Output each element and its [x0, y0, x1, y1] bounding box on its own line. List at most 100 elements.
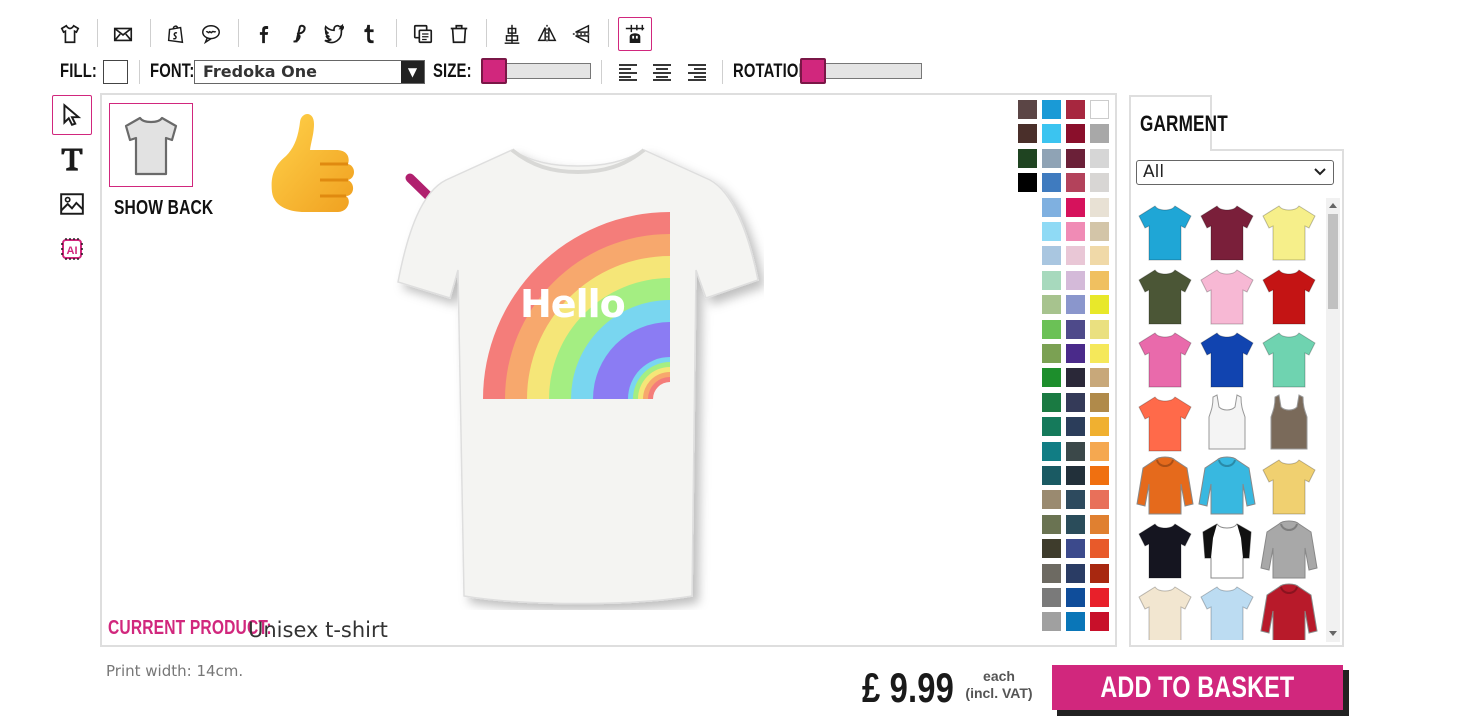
color-swatch[interactable] [1066, 222, 1085, 241]
color-swatch[interactable] [1090, 124, 1109, 144]
color-swatch[interactable] [1042, 539, 1061, 559]
color-swatch[interactable] [1090, 148, 1109, 168]
color-swatch[interactable] [1090, 344, 1109, 363]
color-swatch[interactable] [1042, 466, 1061, 485]
tumblr-icon[interactable] [356, 20, 382, 48]
color-swatch[interactable] [1090, 539, 1109, 559]
garment-item-tshirt-coral[interactable] [1135, 391, 1195, 453]
color-swatch[interactable] [1042, 490, 1061, 510]
garment-item-tshirt-cream[interactable] [1135, 581, 1195, 640]
color-swatch[interactable] [1090, 588, 1109, 607]
color-swatch[interactable] [1066, 148, 1085, 168]
tab-garment[interactable]: GARMENT [1129, 95, 1228, 151]
color-swatch[interactable] [1090, 563, 1109, 583]
font-select[interactable]: Fredoka One ▼ [194, 60, 425, 84]
garment-item-tshirt-yellow[interactable] [1259, 200, 1319, 262]
color-swatch[interactable] [1066, 173, 1085, 193]
color-swatch[interactable] [1066, 344, 1085, 363]
align-center-icon[interactable] [499, 20, 525, 48]
garment-scroll-thumb[interactable] [1328, 214, 1338, 309]
garment-item-hoodie-cyan[interactable] [1197, 454, 1257, 516]
color-swatch[interactable] [1090, 222, 1109, 241]
color-swatch[interactable] [1090, 514, 1109, 534]
color-swatch[interactable] [1090, 246, 1109, 266]
color-swatch[interactable] [1090, 295, 1109, 315]
color-swatch[interactable] [1018, 124, 1037, 144]
show-back-button[interactable] [109, 103, 193, 187]
color-swatch[interactable] [1042, 197, 1061, 217]
color-swatch[interactable] [1042, 588, 1061, 607]
color-swatch[interactable] [1066, 368, 1085, 388]
align-left-icon[interactable] [617, 62, 639, 82]
color-swatch[interactable] [1090, 368, 1109, 388]
color-swatch[interactable] [1090, 270, 1109, 290]
garment-item-tshirt-maroon[interactable] [1197, 200, 1257, 262]
color-swatch[interactable] [1090, 319, 1109, 339]
garment-item-hoodie-orange[interactable] [1135, 454, 1195, 516]
garment-item-tshirt-black[interactable] [1135, 518, 1195, 580]
text-tool[interactable] [52, 139, 92, 179]
envelope-icon[interactable] [110, 20, 136, 48]
garment-item-hoodie-grey[interactable] [1259, 518, 1319, 580]
etsy-icon[interactable] [286, 20, 312, 48]
color-swatch[interactable] [1066, 100, 1085, 119]
scroll-up-icon[interactable] [1328, 201, 1338, 209]
color-swatch[interactable] [1018, 173, 1037, 193]
color-swatch[interactable] [1042, 563, 1061, 583]
color-swatch[interactable] [1042, 417, 1061, 437]
garment-filter-select[interactable]: All [1136, 160, 1334, 185]
color-swatch[interactable] [1066, 441, 1085, 461]
color-swatch[interactable] [1018, 100, 1037, 119]
select-tool[interactable] [52, 95, 92, 135]
color-swatch[interactable] [1066, 270, 1085, 290]
garment-item-tshirt-ombre-blue[interactable] [1197, 581, 1257, 640]
garment-item-varsity-jacket-red[interactable] [1259, 581, 1319, 640]
color-swatch[interactable] [1090, 466, 1109, 485]
facebook-icon[interactable] [251, 20, 277, 48]
color-swatch[interactable] [1090, 100, 1109, 119]
color-swatch[interactable] [1090, 612, 1109, 632]
color-swatch[interactable] [1066, 612, 1085, 632]
color-swatch[interactable] [1066, 490, 1085, 510]
color-swatch[interactable] [1042, 148, 1061, 168]
color-swatch[interactable] [1042, 295, 1061, 315]
garment-item-tank-brown[interactable] [1259, 391, 1319, 453]
color-swatch[interactable] [1042, 392, 1061, 412]
color-swatch[interactable] [1042, 270, 1061, 290]
color-swatch[interactable] [1042, 514, 1061, 534]
color-swatch[interactable] [1042, 100, 1061, 119]
color-swatch[interactable] [1066, 295, 1085, 315]
garment-item-tshirt-hot-pink[interactable] [1135, 327, 1195, 389]
color-swatch[interactable] [1066, 319, 1085, 339]
color-swatch[interactable] [1042, 222, 1061, 241]
garment-item-tshirt-blue[interactable] [1135, 200, 1195, 262]
tshirt-icon[interactable] [57, 20, 83, 48]
color-swatch[interactable] [1090, 173, 1109, 193]
grid-snap-icon[interactable] [618, 17, 652, 51]
color-swatch[interactable] [1042, 246, 1061, 266]
shopify-icon[interactable] [163, 20, 189, 48]
color-swatch[interactable] [1066, 392, 1085, 412]
speech-bubble-icon[interactable] [198, 20, 224, 48]
color-swatch[interactable] [1066, 466, 1085, 485]
garment-item-tshirt-royal-blue[interactable] [1197, 327, 1257, 389]
align-center-text-icon[interactable] [651, 62, 673, 82]
garment-item-tshirt-mint[interactable] [1259, 327, 1319, 389]
color-swatch[interactable] [1066, 539, 1085, 559]
color-swatch[interactable] [1042, 368, 1061, 388]
color-swatch[interactable] [1090, 197, 1109, 217]
color-swatch[interactable] [1066, 588, 1085, 607]
duplicate-icon[interactable] [410, 20, 436, 48]
color-swatch[interactable] [1066, 514, 1085, 534]
thumbs-up-icon[interactable] [264, 108, 368, 232]
twitter-icon[interactable] [321, 20, 347, 48]
color-swatch[interactable] [1018, 148, 1037, 168]
flip-horizontal-icon[interactable] [534, 20, 560, 48]
color-swatch[interactable] [1066, 197, 1085, 217]
garment-item-tank-white[interactable] [1197, 391, 1257, 453]
flip-vertical-icon[interactable] [569, 20, 595, 48]
garment-item-tshirt-olive[interactable] [1135, 264, 1195, 326]
color-swatch[interactable] [1090, 392, 1109, 412]
align-right-icon[interactable] [686, 62, 708, 82]
garment-item-raglan-black-white[interactable] [1197, 518, 1257, 580]
